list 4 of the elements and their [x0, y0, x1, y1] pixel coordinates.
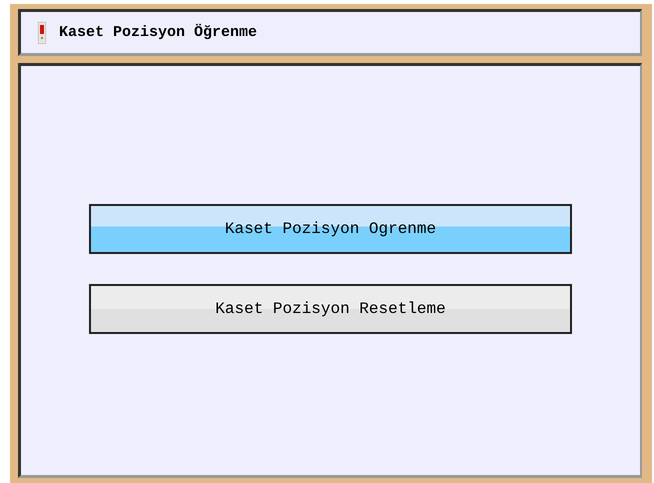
action-button[interactable]: Kaset Pozisyon Ogrenme: [89, 204, 572, 254]
window-title: Kaset Pozisyon Öğrenme: [59, 24, 258, 41]
action-button[interactable]: Kaset Pozisyon Resetleme: [89, 284, 572, 334]
warning-icon: [38, 22, 46, 44]
